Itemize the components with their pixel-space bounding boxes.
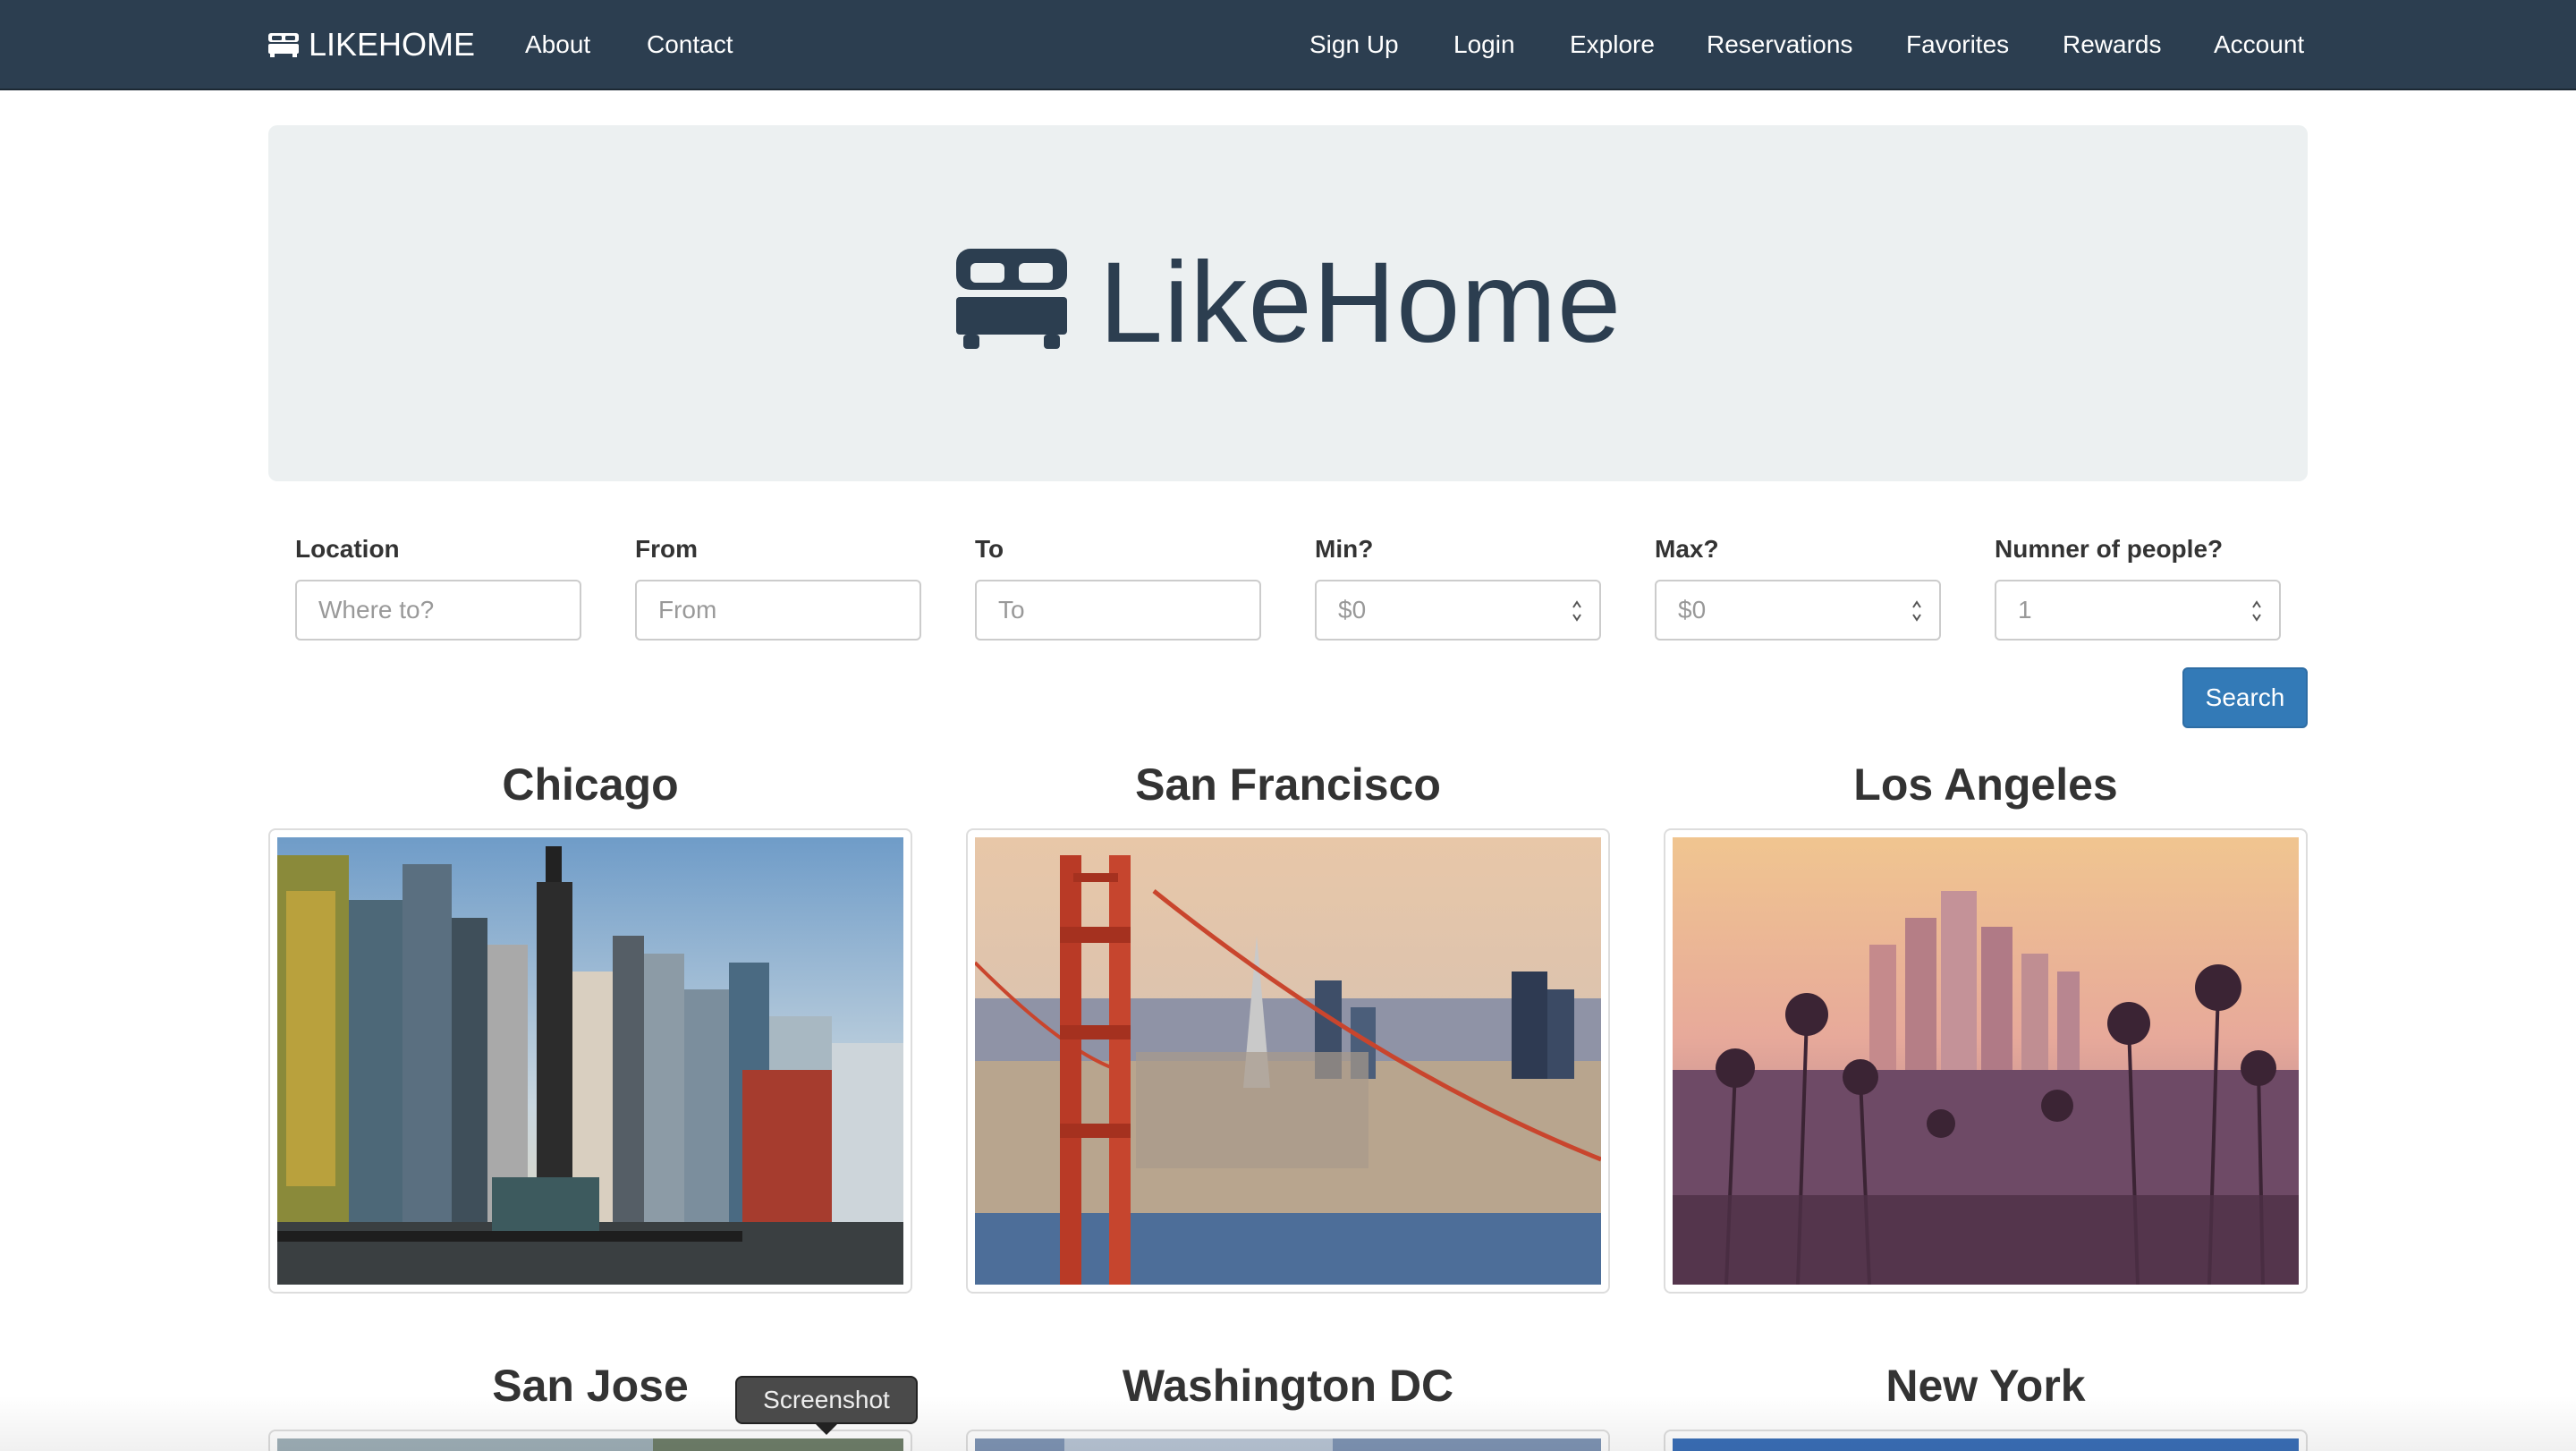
min-price-input[interactable]: $0 <box>1315 580 1601 641</box>
from-placeholder: From <box>658 596 717 624</box>
city-photo-san-jose <box>277 1438 903 1451</box>
top-navbar: LIKEHOME About Contact Sign Up Login Exp… <box>0 0 2576 90</box>
to-date-input[interactable]: To <box>975 580 1261 641</box>
nav-link-contact[interactable]: Contact <box>647 27 733 63</box>
to-label: To <box>975 535 1004 563</box>
city-title-new-york: New York <box>1885 1361 2086 1411</box>
city-photo-new-york <box>1673 1438 2299 1451</box>
max-price-placeholder: $0 <box>1678 596 1707 624</box>
city-title-san-francisco: San Francisco <box>1135 759 1441 810</box>
search-button[interactable]: Search <box>2182 667 2308 728</box>
max-price-label: Max? <box>1655 535 1719 563</box>
location-input[interactable]: Where to? <box>295 580 581 641</box>
hero-content: LikeHome <box>268 125 2308 481</box>
city-photo-chicago <box>277 837 903 1285</box>
location-label: Location <box>295 535 400 563</box>
hero-banner: LikeHome <box>268 125 2308 481</box>
min-price-label: Min? <box>1315 535 1374 563</box>
nav-link-account[interactable]: Account <box>2214 27 2304 63</box>
number-spinner-icon[interactable] <box>1571 598 1583 624</box>
city-card-san-francisco[interactable] <box>966 828 1610 1294</box>
location-placeholder: Where to? <box>318 596 435 624</box>
number-spinner-icon[interactable] <box>2250 598 2263 624</box>
city-photo-los-angeles <box>1673 837 2299 1285</box>
people-label: Numner of people? <box>1995 535 2224 563</box>
city-card-new-york[interactable] <box>1664 1430 2308 1451</box>
min-price-placeholder: $0 <box>1338 596 1367 624</box>
city-title-washington-dc: Washington DC <box>1122 1361 1454 1411</box>
nav-link-login[interactable]: Login <box>1453 27 1515 63</box>
tooltip-arrow <box>814 1422 839 1435</box>
nav-link-rewards[interactable]: Rewards <box>2063 27 2161 63</box>
city-card-washington-dc[interactable] <box>966 1430 1610 1451</box>
bed-icon <box>955 249 1067 349</box>
hero-title: LikeHome <box>1098 239 1623 367</box>
nav-link-reservations[interactable]: Reservations <box>1707 27 1852 63</box>
city-card-los-angeles[interactable] <box>1664 828 2308 1294</box>
max-price-input[interactable]: $0 <box>1655 580 1941 641</box>
city-photo-washington-dc <box>975 1438 1601 1451</box>
people-placeholder: 1 <box>2018 596 2032 624</box>
nav-link-explore[interactable]: Explore <box>1570 27 1655 63</box>
number-spinner-icon[interactable] <box>1911 598 1923 624</box>
to-placeholder: To <box>998 596 1025 624</box>
brand-name: LIKEHOME <box>309 26 476 63</box>
from-date-input[interactable]: From <box>635 580 921 641</box>
nav-link-sign-up[interactable]: Sign Up <box>1309 27 1399 63</box>
city-card-chicago[interactable] <box>268 828 912 1294</box>
from-label: From <box>635 535 698 563</box>
city-title-los-angeles: Los Angeles <box>1853 759 2118 810</box>
city-title-chicago: Chicago <box>502 759 679 810</box>
city-photo-san-francisco <box>975 837 1601 1285</box>
brand-logo-link[interactable]: LIKEHOME <box>267 25 475 64</box>
bed-icon <box>268 33 299 57</box>
screenshot-tooltip: Screenshot <box>735 1376 918 1424</box>
people-count-input[interactable]: 1 <box>1995 580 2281 641</box>
nav-link-about[interactable]: About <box>525 27 590 63</box>
nav-link-favorites[interactable]: Favorites <box>1906 27 2009 63</box>
